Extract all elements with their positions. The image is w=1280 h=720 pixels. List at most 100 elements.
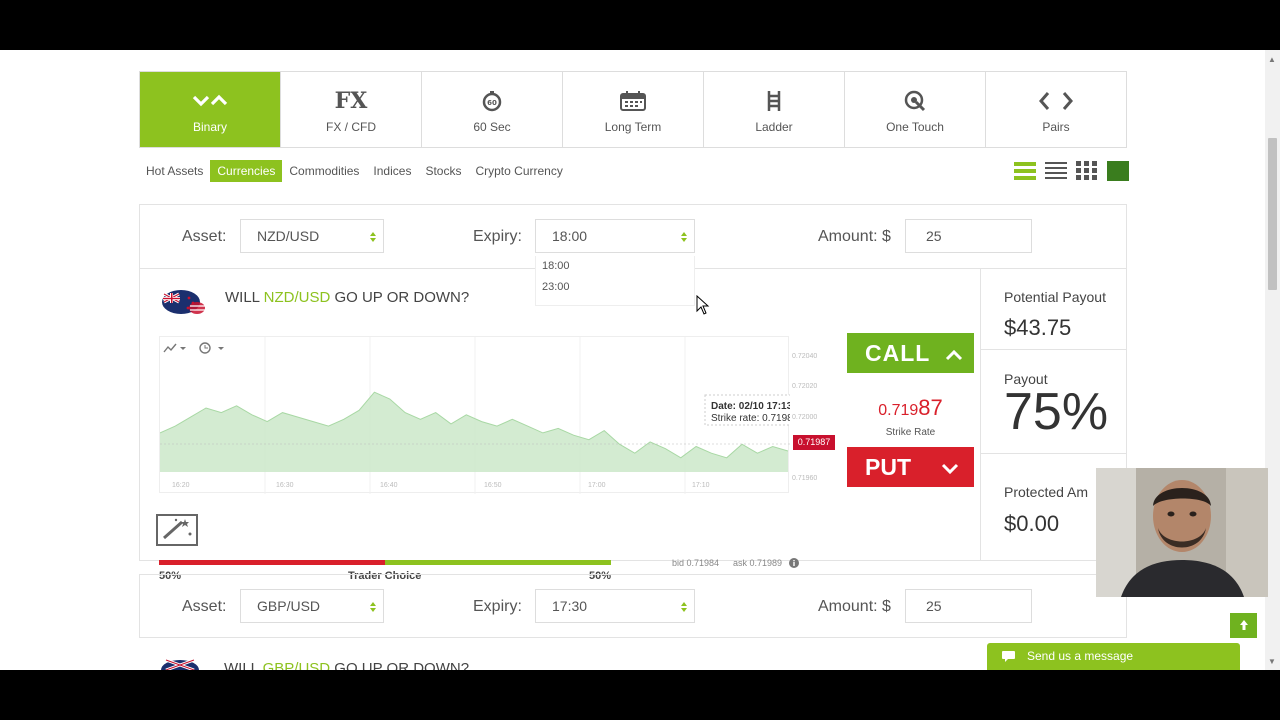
question-prefix: WILL — [225, 289, 264, 306]
large-list-view-icon[interactable] — [1013, 160, 1037, 182]
payout-box: Payout 75% — [981, 350, 1127, 454]
chevron-down-icon — [180, 347, 186, 350]
amount-input[interactable]: 25 — [905, 589, 1032, 623]
question-suffix: GO UP OR DOWN? — [330, 660, 470, 670]
potential-payout-box: Potential Payout $43.75 — [981, 269, 1127, 350]
trader-choice-put-fill — [159, 560, 385, 565]
amount-input-value: 25 — [926, 228, 942, 244]
category-indices[interactable]: Indices — [366, 160, 418, 182]
chart-type-icon[interactable] — [163, 343, 177, 353]
call-button[interactable]: CALL — [847, 333, 974, 373]
category-crypto-currency[interactable]: Crypto Currency — [468, 160, 569, 182]
expiry-select[interactable]: 17:30 — [535, 589, 695, 623]
put-button[interactable]: PUT — [847, 447, 974, 487]
webcam-overlay — [1096, 468, 1268, 597]
mouse-cursor-icon — [696, 295, 710, 315]
info-icon[interactable] — [789, 558, 799, 568]
category-commodities[interactable]: Commodities — [282, 160, 366, 182]
x-tick: 16:50 — [484, 482, 502, 489]
category-hot-assets[interactable]: Hot Assets — [139, 160, 210, 182]
trade-panel-gbpusd: Asset: GBP/USD Expiry: 17:30 Amount: $ 2… — [139, 574, 1127, 638]
price-chart-svg: 16:20 16:30 16:40 16:50 17:00 17:10 Date: 02/… — [159, 337, 819, 494]
question-suffix: GO UP OR DOWN? — [330, 289, 470, 306]
price-area — [160, 392, 788, 472]
x-tick: 16:30 — [276, 482, 294, 489]
arrow-up-icon — [1239, 620, 1248, 630]
tab-label: Binary — [192, 119, 227, 134]
touch-target-icon — [904, 86, 926, 116]
payout-value: 75% — [1004, 383, 1109, 441]
asset-select-value: GBP/USD — [257, 598, 321, 614]
scroll-up-arrow-icon[interactable]: ▲ — [1268, 56, 1276, 64]
back-to-top-button[interactable] — [1230, 613, 1257, 638]
y-tick: 0.71960 — [792, 475, 818, 482]
single-view-icon[interactable] — [1106, 160, 1130, 182]
product-tabs: Binary FX FX / CFD 60 60 Sec Long Term L… — [139, 71, 1127, 148]
category-stocks[interactable]: Stocks — [418, 160, 468, 182]
amount-input-value: 25 — [926, 598, 942, 614]
expiry-option[interactable]: 23:00 — [536, 277, 694, 298]
select-caret-icon — [370, 232, 376, 242]
tab-fx-cfd[interactable]: FX FX / CFD — [281, 72, 422, 147]
tooltip-date: Date: 02/10 17:13 — [711, 401, 790, 412]
potential-payout-value: $43.75 — [1004, 315, 1072, 340]
select-caret-icon — [681, 602, 687, 612]
asset-select-value: NZD/USD — [257, 228, 320, 244]
expiry-label: Expiry: — [473, 228, 522, 245]
expiry-select[interactable]: 18:00 — [535, 219, 695, 253]
clock-hands — [204, 345, 208, 349]
tab-ladder[interactable]: Ladder — [704, 72, 845, 147]
amount-label: Amount: $ — [818, 228, 891, 245]
tab-label: Pairs — [1042, 119, 1070, 134]
asset-label: Asset: — [182, 228, 227, 245]
tab-pairs[interactable]: Pairs — [986, 72, 1126, 147]
x-tick: 16:20 — [172, 482, 190, 489]
tooltip-rate: Strike rate: 0.71988 — [711, 413, 790, 424]
tab-binary[interactable]: Binary — [140, 72, 281, 147]
nzd-usd-flag-icon — [162, 290, 205, 314]
scroll-down-arrow-icon[interactable]: ▼ — [1268, 658, 1276, 666]
grid-view-icon[interactable] — [1075, 160, 1099, 182]
tab-label: Long Term — [604, 119, 662, 134]
protected-amount-label: Protected Am — [1004, 484, 1089, 500]
trading-page: Binary FX FX / CFD 60 60 Sec Long Term L… — [0, 50, 1280, 670]
bid-value: bid 0.71984 — [672, 558, 720, 568]
protected-amount-value: $0.00 — [1004, 511, 1060, 536]
x-tick: 17:10 — [692, 482, 710, 489]
asset-select[interactable]: GBP/USD — [240, 589, 384, 623]
select-caret-icon — [370, 602, 376, 612]
calendar-icon — [620, 86, 646, 116]
tab-one-touch[interactable]: One Touch — [845, 72, 986, 147]
amount-input[interactable]: 25 — [905, 219, 1032, 253]
tab-60-sec[interactable]: 60 60 Sec — [422, 72, 563, 147]
fx-icon: FX — [334, 87, 368, 114]
x-axis-ticks: 16:20 16:30 16:40 16:50 17:00 17:10 — [172, 482, 710, 489]
chevron-down-icon — [218, 347, 224, 350]
strike-rate-value: 0.71987 — [847, 395, 974, 421]
expiry-dropdown-list: 18:00 23:00 — [535, 256, 695, 306]
send-message-widget[interactable]: Send us a message — [987, 643, 1240, 670]
question-asset: GBP/USD — [262, 660, 331, 670]
svg-text:60: 60 — [487, 99, 497, 107]
ask-value: ask 0.71989 — [733, 558, 783, 568]
tab-long-term[interactable]: Long Term — [563, 72, 704, 147]
question-asset: NZD/USD — [263, 289, 331, 306]
magic-wand-icon[interactable] — [156, 512, 200, 548]
category-currencies[interactable]: Currencies — [210, 160, 283, 182]
put-label: PUT — [865, 454, 911, 480]
tab-label: 60 Sec — [473, 119, 511, 134]
view-toggles — [1013, 160, 1130, 182]
asset-select[interactable]: NZD/USD — [240, 219, 384, 253]
expiry-select-value: 18:00 — [552, 228, 588, 244]
tab-label: FX / CFD — [326, 119, 376, 134]
scrollbar-thumb[interactable] — [1268, 138, 1277, 290]
compact-list-view-icon[interactable] — [1044, 160, 1068, 182]
strike-rate-label: Strike Rate — [885, 427, 936, 438]
asset-category-nav: Hot Assets Currencies Commodities Indice… — [139, 160, 570, 182]
trade-panel-nzdusd: Asset: NZD/USD Expiry: 18:00 Amount: $ 2… — [139, 204, 1127, 582]
send-message-label: Send us a message — [1027, 649, 1134, 663]
expiry-option[interactable]: 18:00 — [536, 256, 694, 277]
trade-question: WILL NZD/USD GO UP OR DOWN? — [225, 289, 469, 306]
question-prefix: WILL — [224, 660, 263, 670]
price-chart[interactable]: 16:20 16:30 16:40 16:50 17:00 17:10 Date: 02/… — [159, 336, 819, 494]
